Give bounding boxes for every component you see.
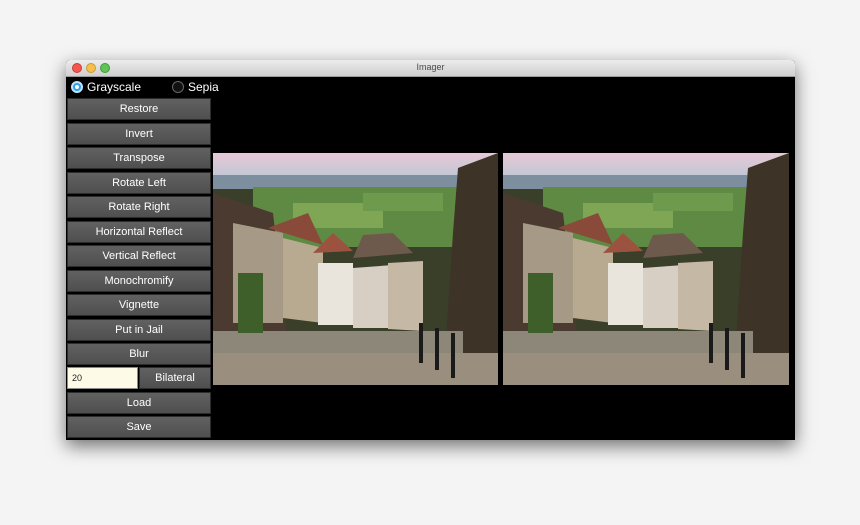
- bilateral-value-input[interactable]: [67, 367, 138, 389]
- restore-button[interactable]: Restore: [67, 98, 211, 120]
- put-in-jail-button[interactable]: Put in Jail: [67, 319, 211, 341]
- load-button[interactable]: Load: [67, 392, 211, 414]
- bilateral-button[interactable]: Bilateral: [139, 367, 211, 389]
- processed-image: [503, 153, 789, 385]
- blur-button[interactable]: Blur: [67, 343, 211, 365]
- window-title: Imager: [416, 62, 445, 72]
- sepia-label[interactable]: Sepia: [188, 80, 219, 94]
- rotate-right-button[interactable]: Rotate Right: [67, 196, 211, 218]
- original-image: [213, 153, 498, 385]
- village-photo-copy: [503, 153, 789, 385]
- sepia-radio[interactable]: [172, 81, 184, 93]
- filter-radio-group: Grayscale Sepia: [66, 77, 795, 97]
- save-button[interactable]: Save: [67, 416, 211, 438]
- monochromify-button[interactable]: Monochromify: [67, 270, 211, 292]
- vertical-reflect-button[interactable]: Vertical Reflect: [67, 245, 211, 267]
- grayscale-label[interactable]: Grayscale: [87, 80, 141, 94]
- invert-button[interactable]: Invert: [67, 123, 211, 145]
- rotate-left-button[interactable]: Rotate Left: [67, 172, 211, 194]
- horizontal-reflect-button[interactable]: Horizontal Reflect: [67, 221, 211, 243]
- grayscale-radio[interactable]: [71, 81, 83, 93]
- imager-window: Imager Grayscale Sepia Restore Invert Tr…: [66, 60, 795, 440]
- title-bar: Imager: [66, 60, 795, 77]
- vignette-button[interactable]: Vignette: [67, 294, 211, 316]
- village-photo: [213, 153, 498, 385]
- transpose-button[interactable]: Transpose: [67, 147, 211, 169]
